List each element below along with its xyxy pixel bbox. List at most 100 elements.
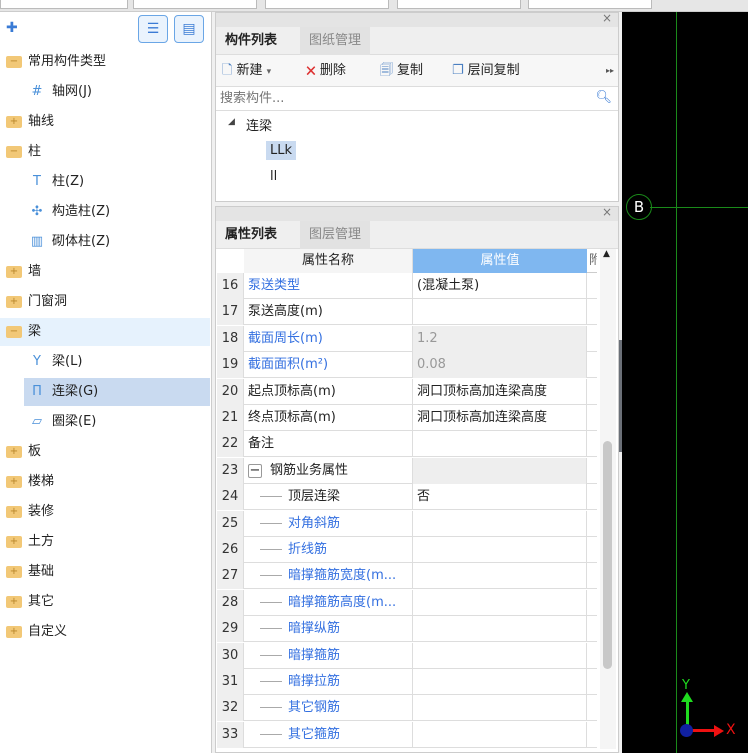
property-value-cell[interactable] <box>413 669 587 695</box>
property-value-cell[interactable] <box>413 563 587 590</box>
tree-item[interactable]: + 装修 <box>0 498 210 526</box>
tree-item[interactable]: ▱ 圈梁(E) <box>0 408 210 436</box>
property-name-cell[interactable]: 暗撑纵筋 <box>244 616 413 643</box>
new-button[interactable]: 🗋 新建 ▾ <box>222 55 271 88</box>
detail-view-button[interactable]: ▤ <box>174 15 204 43</box>
table-row[interactable]: 16 泵送类型 (混凝土泵) <box>217 273 597 299</box>
property-value-cell[interactable] <box>413 299 587 326</box>
header-extra[interactable]: 附 <box>589 249 597 273</box>
property-value-cell[interactable]: 洞口顶标高加连梁高度 <box>413 405 587 431</box>
folder-closed-icon[interactable]: + <box>6 535 22 548</box>
folder-closed-icon[interactable]: + <box>6 625 22 638</box>
property-name-cell[interactable]: 终点顶标高(m) <box>244 405 413 431</box>
property-name-cell[interactable]: 截面周长(m) <box>244 325 413 352</box>
property-name-cell[interactable]: 起点顶标高(m) <box>244 378 413 405</box>
table-row[interactable]: 21 终点顶标高(m) 洞口顶标高加连梁高度 <box>217 405 597 431</box>
property-value-cell[interactable] <box>413 589 587 616</box>
table-row[interactable]: 28 暗撑箍筋高度(m... <box>217 589 597 616</box>
folder-closed-icon[interactable]: + <box>6 595 22 608</box>
property-value-cell[interactable]: (混凝土泵) <box>413 273 587 299</box>
folder-open-icon[interactable]: − <box>6 145 22 158</box>
close-icon[interactable]: × <box>602 205 612 219</box>
tree-item[interactable]: ▥ 砌体柱(Z) <box>0 228 210 256</box>
tab-component-list[interactable]: 构件列表 <box>216 27 286 55</box>
table-row[interactable]: 32 其它钢筋 <box>217 695 597 722</box>
collapse-icon[interactable]: ◢ <box>228 117 235 127</box>
folder-closed-icon[interactable]: + <box>6 445 22 458</box>
tree-item[interactable]: + 板 <box>0 438 210 466</box>
property-name-cell[interactable]: 暗撑箍筋高度(m... <box>244 589 413 616</box>
property-value-cell[interactable] <box>413 537 587 563</box>
property-value-cell[interactable]: 洞口顶标高加连梁高度 <box>413 378 587 405</box>
property-name-cell[interactable]: 折线筋 <box>244 537 413 563</box>
tree-item[interactable]: Y 梁(L) <box>0 348 210 376</box>
table-row[interactable]: 30 暗撑箍筋 <box>217 642 597 669</box>
property-name-cell[interactable]: 其它钢筋 <box>244 695 413 722</box>
table-row[interactable]: 18 截面周长(m) 1.2 <box>217 325 597 352</box>
property-value-cell[interactable] <box>413 721 587 748</box>
folder-closed-icon[interactable]: + <box>6 115 22 128</box>
tree-item-ll[interactable]: ll <box>270 169 277 184</box>
table-row[interactable]: 26 折线筋 <box>217 537 597 563</box>
dropdown[interactable] <box>133 0 257 9</box>
header-name[interactable]: 属性名称 <box>244 249 413 273</box>
table-row[interactable]: 22 备注 <box>217 431 597 458</box>
axis-label-b[interactable]: B <box>626 194 652 220</box>
folder-closed-icon[interactable]: + <box>6 475 22 488</box>
table-row[interactable]: 20 起点顶标高(m) 洞口顶标高加连梁高度 <box>217 378 597 405</box>
folder-closed-icon[interactable]: + <box>6 505 22 518</box>
property-name-cell[interactable]: 暗撑拉筋 <box>244 669 413 695</box>
table-row[interactable]: 19 截面面积(m²) 0.08 <box>217 352 597 379</box>
property-value-cell[interactable] <box>413 695 587 722</box>
property-name-cell[interactable]: 顶层连梁 <box>244 484 413 511</box>
property-value-cell[interactable] <box>413 616 587 643</box>
tree-item[interactable]: # 轴网(J) <box>0 78 210 106</box>
property-name-cell[interactable]: 暗撑箍筋宽度(m... <box>244 563 413 590</box>
more-icon[interactable]: ▸▸ <box>606 55 614 87</box>
drawing-canvas[interactable]: B Y X <box>622 12 748 753</box>
close-icon[interactable]: × <box>602 11 612 25</box>
scroll-up-icon[interactable]: ▲ <box>603 249 610 259</box>
folder-open-icon[interactable]: − <box>6 325 22 338</box>
property-value-cell[interactable] <box>413 431 587 458</box>
table-row[interactable]: 24 顶层连梁 否 <box>217 484 597 511</box>
table-row[interactable]: 31 暗撑拉筋 <box>217 669 597 695</box>
property-value-cell[interactable]: 1.2 <box>413 325 587 352</box>
tree-item[interactable]: + 其它 <box>0 588 210 616</box>
tree-item[interactable]: − 柱 <box>0 138 210 166</box>
collapse-group-icon[interactable]: − <box>248 463 262 478</box>
tree-item[interactable]: Π 连梁(G) <box>24 378 210 406</box>
property-name-cell[interactable]: 备注 <box>244 431 413 458</box>
scrollbar-thumb[interactable] <box>603 441 612 669</box>
scrollbar[interactable]: ▲ <box>600 249 616 749</box>
tree-item[interactable]: − 常用构件类型 <box>0 48 210 76</box>
floor-copy-button[interactable]: ❐ 层间复制 <box>452 55 520 87</box>
tree-item[interactable]: + 自定义 <box>0 618 210 646</box>
chevron-down-icon[interactable]: ▾ <box>267 67 272 77</box>
table-row[interactable]: 23 − 钢筋业务属性 <box>217 457 597 484</box>
property-name-cell[interactable]: 截面面积(m²) <box>244 352 413 379</box>
tree-item-llk[interactable]: LLk <box>266 141 297 160</box>
tree-item[interactable]: ✣ 构造柱(Z) <box>0 198 210 226</box>
header-value[interactable]: 属性值 <box>413 249 587 273</box>
property-value-cell[interactable] <box>413 642 587 669</box>
property-name-cell[interactable]: 泵送类型 <box>244 273 413 299</box>
tree-group-coupling-beam[interactable]: 连梁 <box>246 115 272 134</box>
search-input[interactable] <box>216 87 586 109</box>
list-view-button[interactable]: ☰ <box>138 15 168 43</box>
property-name-cell[interactable]: 对角斜筋 <box>244 510 413 537</box>
tab-layer-management[interactable]: 图层管理 <box>300 221 371 249</box>
folder-open-icon[interactable]: − <box>6 55 22 68</box>
tree-item[interactable]: + 墙 <box>0 258 210 286</box>
tree-item[interactable]: + 楼梯 <box>0 468 210 496</box>
property-name-cell[interactable]: 泵送高度(m) <box>244 299 413 326</box>
tree-item[interactable]: + 轴线 <box>0 108 210 136</box>
table-row[interactable]: 29 暗撑纵筋 <box>217 616 597 643</box>
dropdown[interactable] <box>397 0 521 9</box>
property-name-cell[interactable]: 暗撑箍筋 <box>244 642 413 669</box>
table-row[interactable]: 17 泵送高度(m) <box>217 299 597 326</box>
table-row[interactable]: 27 暗撑箍筋宽度(m... <box>217 563 597 590</box>
copy-button[interactable]: 🗐 复制 <box>380 55 423 87</box>
folder-closed-icon[interactable]: + <box>6 565 22 578</box>
add-icon[interactable]: ✚ <box>6 20 18 36</box>
